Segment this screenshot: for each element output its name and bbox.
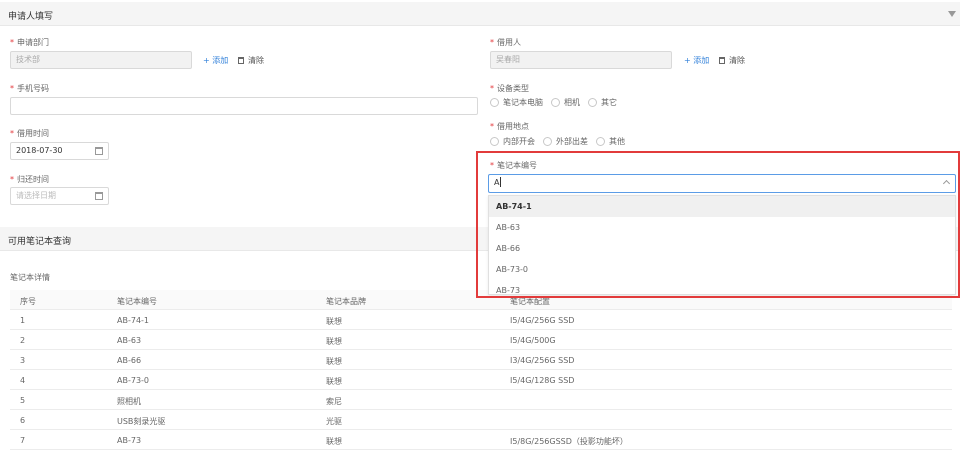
- dept-field[interactable]: 技术部: [10, 51, 192, 69]
- table-cell: AB-73: [117, 436, 142, 445]
- location-radio-group: 内部开会 外部出差 其他: [490, 136, 625, 147]
- table-cell: 1: [20, 316, 26, 325]
- radio-icon: [588, 98, 597, 107]
- column-header: 笔记本编号: [117, 297, 157, 306]
- applicant-section-header[interactable]: 申请人填写: [0, 2, 960, 26]
- laptop-table: 序号 笔记本编号 笔记本品牌 笔记本配置 1 AB-74-1 联想 I5/4G/…: [10, 290, 952, 450]
- column-header: 笔记本品牌: [326, 297, 366, 306]
- radio-icon: [490, 137, 499, 146]
- calendar-icon: [95, 192, 103, 200]
- table-cell: 照相机: [117, 397, 141, 406]
- table-cell: I3/4G/256G SSD: [510, 356, 575, 365]
- device-type-radio-group: 笔记本电脑 相机 其它: [490, 97, 617, 108]
- table-cell: 联想: [326, 377, 342, 386]
- table-cell: I5/4G/128G SSD: [510, 376, 575, 385]
- table-row[interactable]: 4 AB-73-0 联想 I5/4G/128G SSD: [10, 370, 952, 390]
- dept-add-button[interactable]: + 添加: [203, 55, 228, 66]
- table-cell: 联想: [326, 437, 342, 446]
- table-row[interactable]: 6 USB刻录光驱 光驱: [10, 410, 952, 430]
- location-label: * 借用地点: [490, 122, 529, 131]
- location-option-other[interactable]: 其他: [596, 136, 625, 147]
- borrower-label: * 借用人: [490, 38, 521, 47]
- dept-label: * 申请部门: [10, 38, 49, 47]
- table-row[interactable]: 7 AB-73 联想 I5/8G/256GSSD（投影功能坏）: [10, 430, 952, 450]
- table-cell: 联想: [326, 357, 342, 366]
- radio-icon: [596, 137, 605, 146]
- trash-icon: [719, 57, 725, 64]
- table-cell: AB-66: [117, 356, 142, 365]
- borrower-clear-button[interactable]: 清除: [719, 55, 745, 66]
- table-cell: AB-73-0: [117, 376, 150, 385]
- radio-icon: [551, 98, 560, 107]
- location-option-external[interactable]: 外部出差: [543, 136, 588, 147]
- table-row[interactable]: 5 照相机 索尼: [10, 390, 952, 410]
- phone-label: * 手机号码: [10, 84, 49, 93]
- table-cell: 联想: [326, 317, 342, 326]
- device-type-option-laptop[interactable]: 笔记本电脑: [490, 97, 543, 108]
- table-cell: 6: [20, 416, 26, 425]
- table-cell: I5/4G/500G: [510, 336, 556, 345]
- device-type-option-camera[interactable]: 相机: [551, 97, 580, 108]
- highlight-box: [476, 151, 960, 298]
- location-option-internal[interactable]: 内部开会: [490, 136, 535, 147]
- table-cell: 3: [20, 356, 26, 365]
- borrower-field[interactable]: 吴春阳: [490, 51, 672, 69]
- borrower-add-button[interactable]: + 添加: [684, 55, 709, 66]
- section-title: 可用笔记本查询: [8, 237, 72, 247]
- table-row[interactable]: 1 AB-74-1 联想 I5/4G/256G SSD: [10, 310, 952, 330]
- table-cell: 联想: [326, 337, 342, 346]
- table-cell: I5/8G/256GSSD（投影功能坏）: [510, 437, 628, 446]
- borrow-time-picker[interactable]: 2018-07-30: [10, 142, 109, 160]
- table-cell: 2: [20, 336, 26, 345]
- calendar-icon: [95, 147, 103, 155]
- return-time-placeholder: 请选择日期: [16, 191, 56, 200]
- table-cell: I5/4G/256G SSD: [510, 316, 575, 325]
- borrow-time-value: 2018-07-30: [16, 146, 63, 155]
- table-cell: 5: [20, 396, 26, 405]
- table-cell: USB刻录光驱: [117, 417, 166, 426]
- return-time-label: * 归还时间: [10, 175, 49, 184]
- table-row[interactable]: 2 AB-63 联想 I5/4G/500G: [10, 330, 952, 350]
- table-cell: 索尼: [326, 397, 342, 406]
- table-cell: 4: [20, 376, 26, 385]
- column-header: 序号: [20, 297, 36, 306]
- table-cell: AB-63: [117, 336, 142, 345]
- device-type-option-other[interactable]: 其它: [588, 97, 617, 108]
- radio-icon: [490, 98, 499, 107]
- device-type-label: * 设备类型: [490, 84, 529, 93]
- return-time-picker[interactable]: 请选择日期: [10, 187, 109, 205]
- plus-icon: +: [203, 56, 213, 65]
- borrow-time-label: * 借用时间: [10, 129, 49, 138]
- collapse-icon[interactable]: [948, 11, 956, 17]
- table-cell: 光驱: [326, 417, 342, 426]
- table-cell: 7: [20, 436, 26, 445]
- table-row[interactable]: 3 AB-66 联想 I3/4G/256G SSD: [10, 350, 952, 370]
- details-label: 笔记本详情: [10, 273, 50, 282]
- trash-icon: [238, 57, 244, 64]
- radio-icon: [543, 137, 552, 146]
- table-cell: AB-74-1: [117, 316, 150, 325]
- dept-clear-button[interactable]: 清除: [238, 55, 264, 66]
- section-title: 申请人填写: [8, 12, 54, 22]
- phone-input[interactable]: [10, 97, 478, 115]
- plus-icon: +: [684, 56, 694, 65]
